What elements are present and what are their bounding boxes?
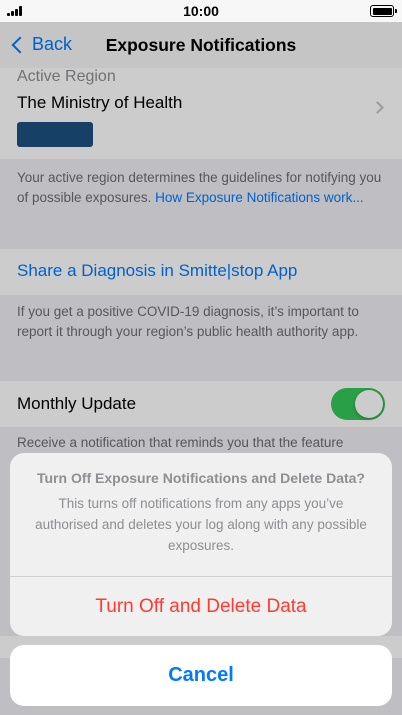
action-sheet: Turn Off Exposure Notifications and Dele… <box>10 453 392 636</box>
status-bar: 10:00 <box>0 0 402 22</box>
status-time: 10:00 <box>183 3 219 19</box>
cancel-button[interactable]: Cancel <box>10 645 392 706</box>
cancel-label: Cancel <box>168 664 234 686</box>
action-sheet-message: This turns off notifications from any ap… <box>35 496 367 553</box>
turn-off-and-delete-button[interactable]: Turn Off and Delete Data <box>10 577 392 636</box>
battery-icon <box>370 5 397 17</box>
action-sheet-title: Turn Off Exposure Notifications and Dele… <box>36 470 365 486</box>
